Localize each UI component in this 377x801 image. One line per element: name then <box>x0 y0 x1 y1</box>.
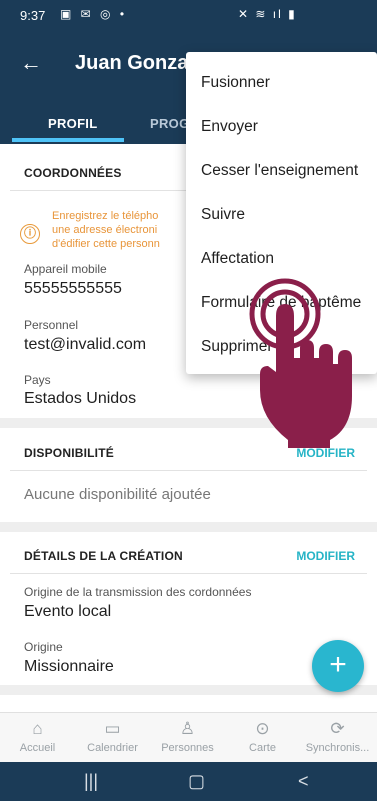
tap-hand-icon <box>249 278 352 448</box>
person-icon: ♙ <box>179 719 196 738</box>
nav-label: Synchronis... <box>305 742 370 754</box>
mobile-label: Appareil mobile <box>24 262 107 276</box>
page-title: Juan Gonzal <box>75 52 194 74</box>
section-separator <box>0 522 377 532</box>
menu-item-assignment[interactable]: Affectation <box>201 250 274 268</box>
map-pin-icon: ⊙ <box>255 719 270 738</box>
add-button[interactable]: + <box>312 640 364 692</box>
nav-item-people[interactable]: ♙ Personnes <box>150 719 225 754</box>
menu-item-send[interactable]: Envoyer <box>201 118 258 136</box>
contact-warning-text: Enregistrez le télépho une adresse élect… <box>52 210 160 250</box>
origin-value: Missionnaire <box>24 658 114 675</box>
status-time: 9:37 <box>20 8 46 23</box>
nav-item-map[interactable]: ⊙ Carte <box>225 719 300 754</box>
creation-section-title: DÉTAILS DE LA CRÉATION <box>24 549 183 563</box>
back-icon[interactable]: < <box>298 771 309 792</box>
home-circle-icon[interactable]: ▢ <box>188 771 205 792</box>
menu-item-follow[interactable]: Suivre <box>201 206 245 224</box>
source-label: Origine de la transmission des cordonnée… <box>24 585 252 599</box>
contact-section-title: COORDONNÉES <box>24 166 122 180</box>
section-separator <box>0 685 377 695</box>
nav-label: Carte <box>249 742 276 754</box>
system-status-icons: ✕ ≋ ıl ▮ <box>238 7 297 21</box>
info-warning-icon: ⓘ <box>20 224 40 244</box>
nav-item-home[interactable]: ⌂ Accueil <box>0 719 75 754</box>
availability-empty-text: Aucune disponibilité ajoutée <box>24 486 211 503</box>
divider <box>10 470 367 471</box>
active-tab-indicator <box>12 138 124 142</box>
edit-creation-button[interactable]: MODIFIER <box>296 549 355 563</box>
email-value[interactable]: test@invalid.com <box>24 336 146 354</box>
availability-section-title: DISPONIBILITÉ <box>24 446 114 460</box>
origin-label: Origine <box>24 640 63 654</box>
country-label: Pays <box>24 373 51 387</box>
back-arrow-icon[interactable]: ← <box>20 50 42 76</box>
bottom-navigation: ⌂ Accueil ▭ Calendrier ♙ Personnes ⊙ Car… <box>0 712 377 762</box>
nav-label: Calendrier <box>87 742 138 754</box>
status-bar: 9:37 ▣ ✉ ◎ • ✕ ≋ ıl ▮ <box>0 0 377 30</box>
menu-item-stop-teaching[interactable]: Cesser l'enseignement <box>201 162 358 180</box>
country-value: Estados Unidos <box>24 390 137 407</box>
recents-icon[interactable]: ||| <box>84 771 98 792</box>
source-value: Evento local <box>24 603 112 620</box>
menu-item-merge[interactable]: Fusionner <box>201 74 270 92</box>
nav-item-sync[interactable]: ⟳ Synchronis... <box>300 719 375 754</box>
nav-label: Personnes <box>161 742 214 754</box>
divider <box>10 573 367 574</box>
home-icon: ⌂ <box>32 719 43 738</box>
email-label: Personnel <box>24 318 79 332</box>
system-navigation-bar: ||| ▢ < <box>0 762 377 801</box>
calendar-icon: ▭ <box>104 719 121 738</box>
mobile-value[interactable]: 55555555555 <box>24 280 122 298</box>
nav-item-calendar[interactable]: ▭ Calendrier <box>75 719 150 754</box>
notification-icons: ▣ ✉ ◎ • <box>60 7 128 21</box>
tab-progress[interactable]: PROG <box>150 116 189 131</box>
tab-profil[interactable]: PROFIL <box>48 116 97 131</box>
nav-label: Accueil <box>19 742 56 754</box>
sync-icon: ⟳ <box>330 719 345 738</box>
